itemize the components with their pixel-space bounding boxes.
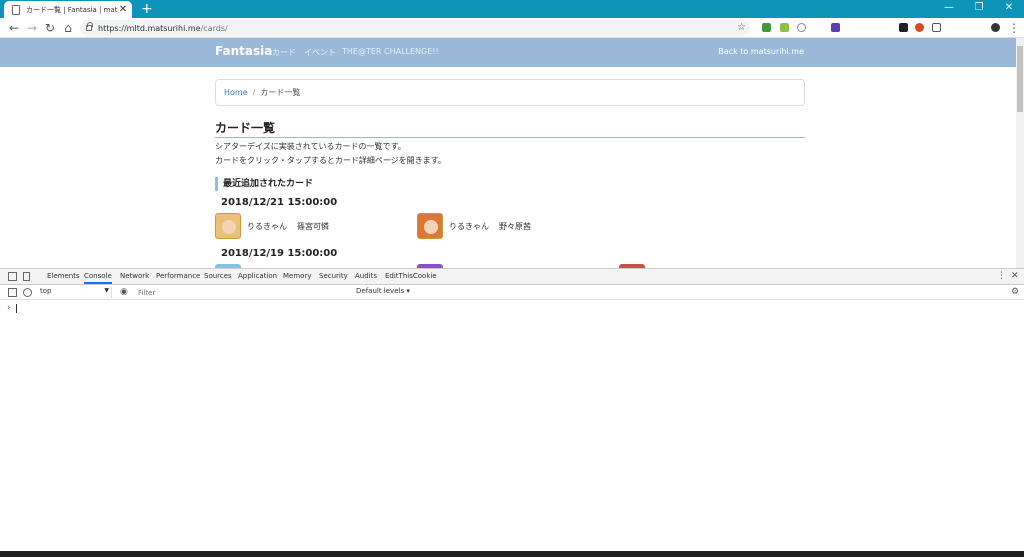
- tab-close-button[interactable]: ✕: [118, 4, 128, 15]
- close-window-button[interactable]: ✕: [994, 0, 1024, 16]
- extension-icon[interactable]: [899, 23, 908, 32]
- card-label[interactable]: りるきゃん 篠宮可憐: [247, 221, 329, 232]
- page-description: シアターデイズに実装されているカードの一覧です。: [215, 142, 406, 151]
- devtools-tab-elements[interactable]: Elements: [47, 272, 80, 280]
- forward-arrow-icon[interactable]: →: [24, 20, 40, 36]
- url-text: https://mltd.matsurihi.me/cards/: [98, 23, 228, 33]
- card-item[interactable]: りるきゃん 野々原茜: [417, 213, 531, 239]
- console-prompt-icon: ›: [7, 303, 11, 313]
- back-to-matsurihi-link[interactable]: Back to matsurihi.me: [718, 47, 804, 56]
- extension-icon[interactable]: [797, 23, 806, 32]
- console-sidebar-icon[interactable]: [8, 288, 17, 297]
- devtools-menu-icon[interactable]: ⋮: [997, 271, 1006, 281]
- profile-avatar[interactable]: [991, 23, 1000, 32]
- lock-icon: [86, 22, 93, 31]
- breadcrumb-current: カード一覧: [260, 88, 301, 97]
- nav-link-cards[interactable]: カード: [272, 47, 296, 58]
- page-title: カード一覧: [215, 119, 805, 138]
- context-selector[interactable]: top ▼: [40, 287, 112, 298]
- web-page: Fantasia カード イベント THE@TER CHALLENGE!! Ba…: [0, 38, 1016, 268]
- console-settings-gear-icon[interactable]: ⚙: [1011, 287, 1019, 297]
- address-bar[interactable]: https://mltd.matsurihi.me/cards/ ☆: [80, 20, 750, 36]
- devtools-tab-sources[interactable]: Sources: [204, 272, 232, 280]
- eye-icon[interactable]: ◉: [120, 287, 130, 297]
- extension-icon[interactable]: [780, 23, 789, 32]
- card-label[interactable]: りるきゃん 野々原茜: [449, 221, 531, 232]
- card-thumbnail[interactable]: [215, 213, 241, 239]
- home-icon[interactable]: ⌂: [60, 20, 76, 36]
- breadcrumb-home-link[interactable]: Home: [224, 88, 248, 97]
- extension-icon[interactable]: [831, 23, 840, 32]
- card-item[interactable]: りるきゃん 篠宮可憐: [215, 213, 329, 239]
- extension-icon[interactable]: [762, 23, 771, 32]
- nav-link-theater-challenge[interactable]: THE@TER CHALLENGE!!: [342, 47, 439, 56]
- site-brand[interactable]: Fantasia: [215, 44, 272, 58]
- browser-toolbar: ← → ↻ ⌂ https://mltd.matsurihi.me/cards/…: [0, 18, 1024, 38]
- devtools-tab-console[interactable]: Console: [84, 272, 112, 284]
- back-arrow-icon[interactable]: ←: [6, 20, 22, 36]
- browser-tab[interactable]: カード一覧 | Fantasia | matsurihi.me ✕: [4, 1, 132, 18]
- scrollbar-thumb[interactable]: [1017, 46, 1023, 112]
- browser-tab-strip: カード一覧 | Fantasia | matsurihi.me ✕ + — ❐ …: [0, 0, 1024, 18]
- page-icon: [12, 4, 20, 15]
- clear-console-icon[interactable]: [23, 288, 32, 297]
- devtools-tab-audits[interactable]: Audits: [355, 272, 377, 280]
- devtools-close-icon[interactable]: ✕: [1011, 271, 1019, 281]
- extension-icon[interactable]: [932, 23, 941, 32]
- breadcrumb-separator: /: [252, 88, 256, 97]
- menu-kebab-icon[interactable]: ⋮: [1006, 20, 1022, 36]
- device-toolbar-icon[interactable]: [23, 272, 30, 281]
- restore-button[interactable]: ❐: [964, 0, 994, 16]
- devtools-panel: Elements Console Network Performance Sou…: [0, 268, 1024, 557]
- devtools-tab-bar: Elements Console Network Performance Sou…: [0, 269, 1024, 285]
- minimize-button[interactable]: —: [934, 0, 964, 16]
- date-heading: 2018/12/21 15:00:00: [221, 197, 338, 208]
- site-navbar: Fantasia カード イベント THE@TER CHALLENGE!! Ba…: [0, 38, 1016, 67]
- reload-icon[interactable]: ↻: [42, 20, 58, 36]
- devtools-tab-security[interactable]: Security: [319, 272, 348, 280]
- devtools-tab-network[interactable]: Network: [120, 272, 149, 280]
- console-filter-input[interactable]: [138, 287, 350, 298]
- console-output[interactable]: ›: [0, 300, 1024, 552]
- page-description: カードをクリック・タップするとカード詳細ページを開きます。: [215, 156, 446, 165]
- inspect-element-icon[interactable]: [8, 272, 17, 281]
- nav-link-events[interactable]: イベント: [304, 47, 336, 58]
- tab-title: カード一覧 | Fantasia | matsurihi.me: [26, 5, 118, 14]
- devtools-tab-application[interactable]: Application: [238, 272, 277, 280]
- devtools-tab-performance[interactable]: Performance: [156, 272, 200, 280]
- date-heading: 2018/12/19 15:00:00: [221, 248, 338, 259]
- section-heading: 最近追加されたカード: [215, 177, 313, 191]
- console-filter-bar: top▼ ◉ Default levels ▾ ⚙: [0, 285, 1024, 300]
- new-tab-button[interactable]: +: [141, 1, 153, 17]
- card-thumbnail[interactable]: [417, 213, 443, 239]
- page-scrollbar[interactable]: [1016, 38, 1024, 268]
- os-taskbar: [0, 551, 1024, 557]
- breadcrumb: Home / カード一覧: [215, 79, 805, 106]
- extension-icon[interactable]: [915, 23, 924, 32]
- devtools-tab-memory[interactable]: Memory: [283, 272, 311, 280]
- devtools-tab-editthiscookie[interactable]: EditThisCookie: [385, 272, 437, 280]
- log-levels-dropdown[interactable]: Default levels ▾: [356, 287, 410, 295]
- bookmark-star-icon[interactable]: ☆: [737, 20, 746, 36]
- console-input-caret[interactable]: [16, 304, 17, 313]
